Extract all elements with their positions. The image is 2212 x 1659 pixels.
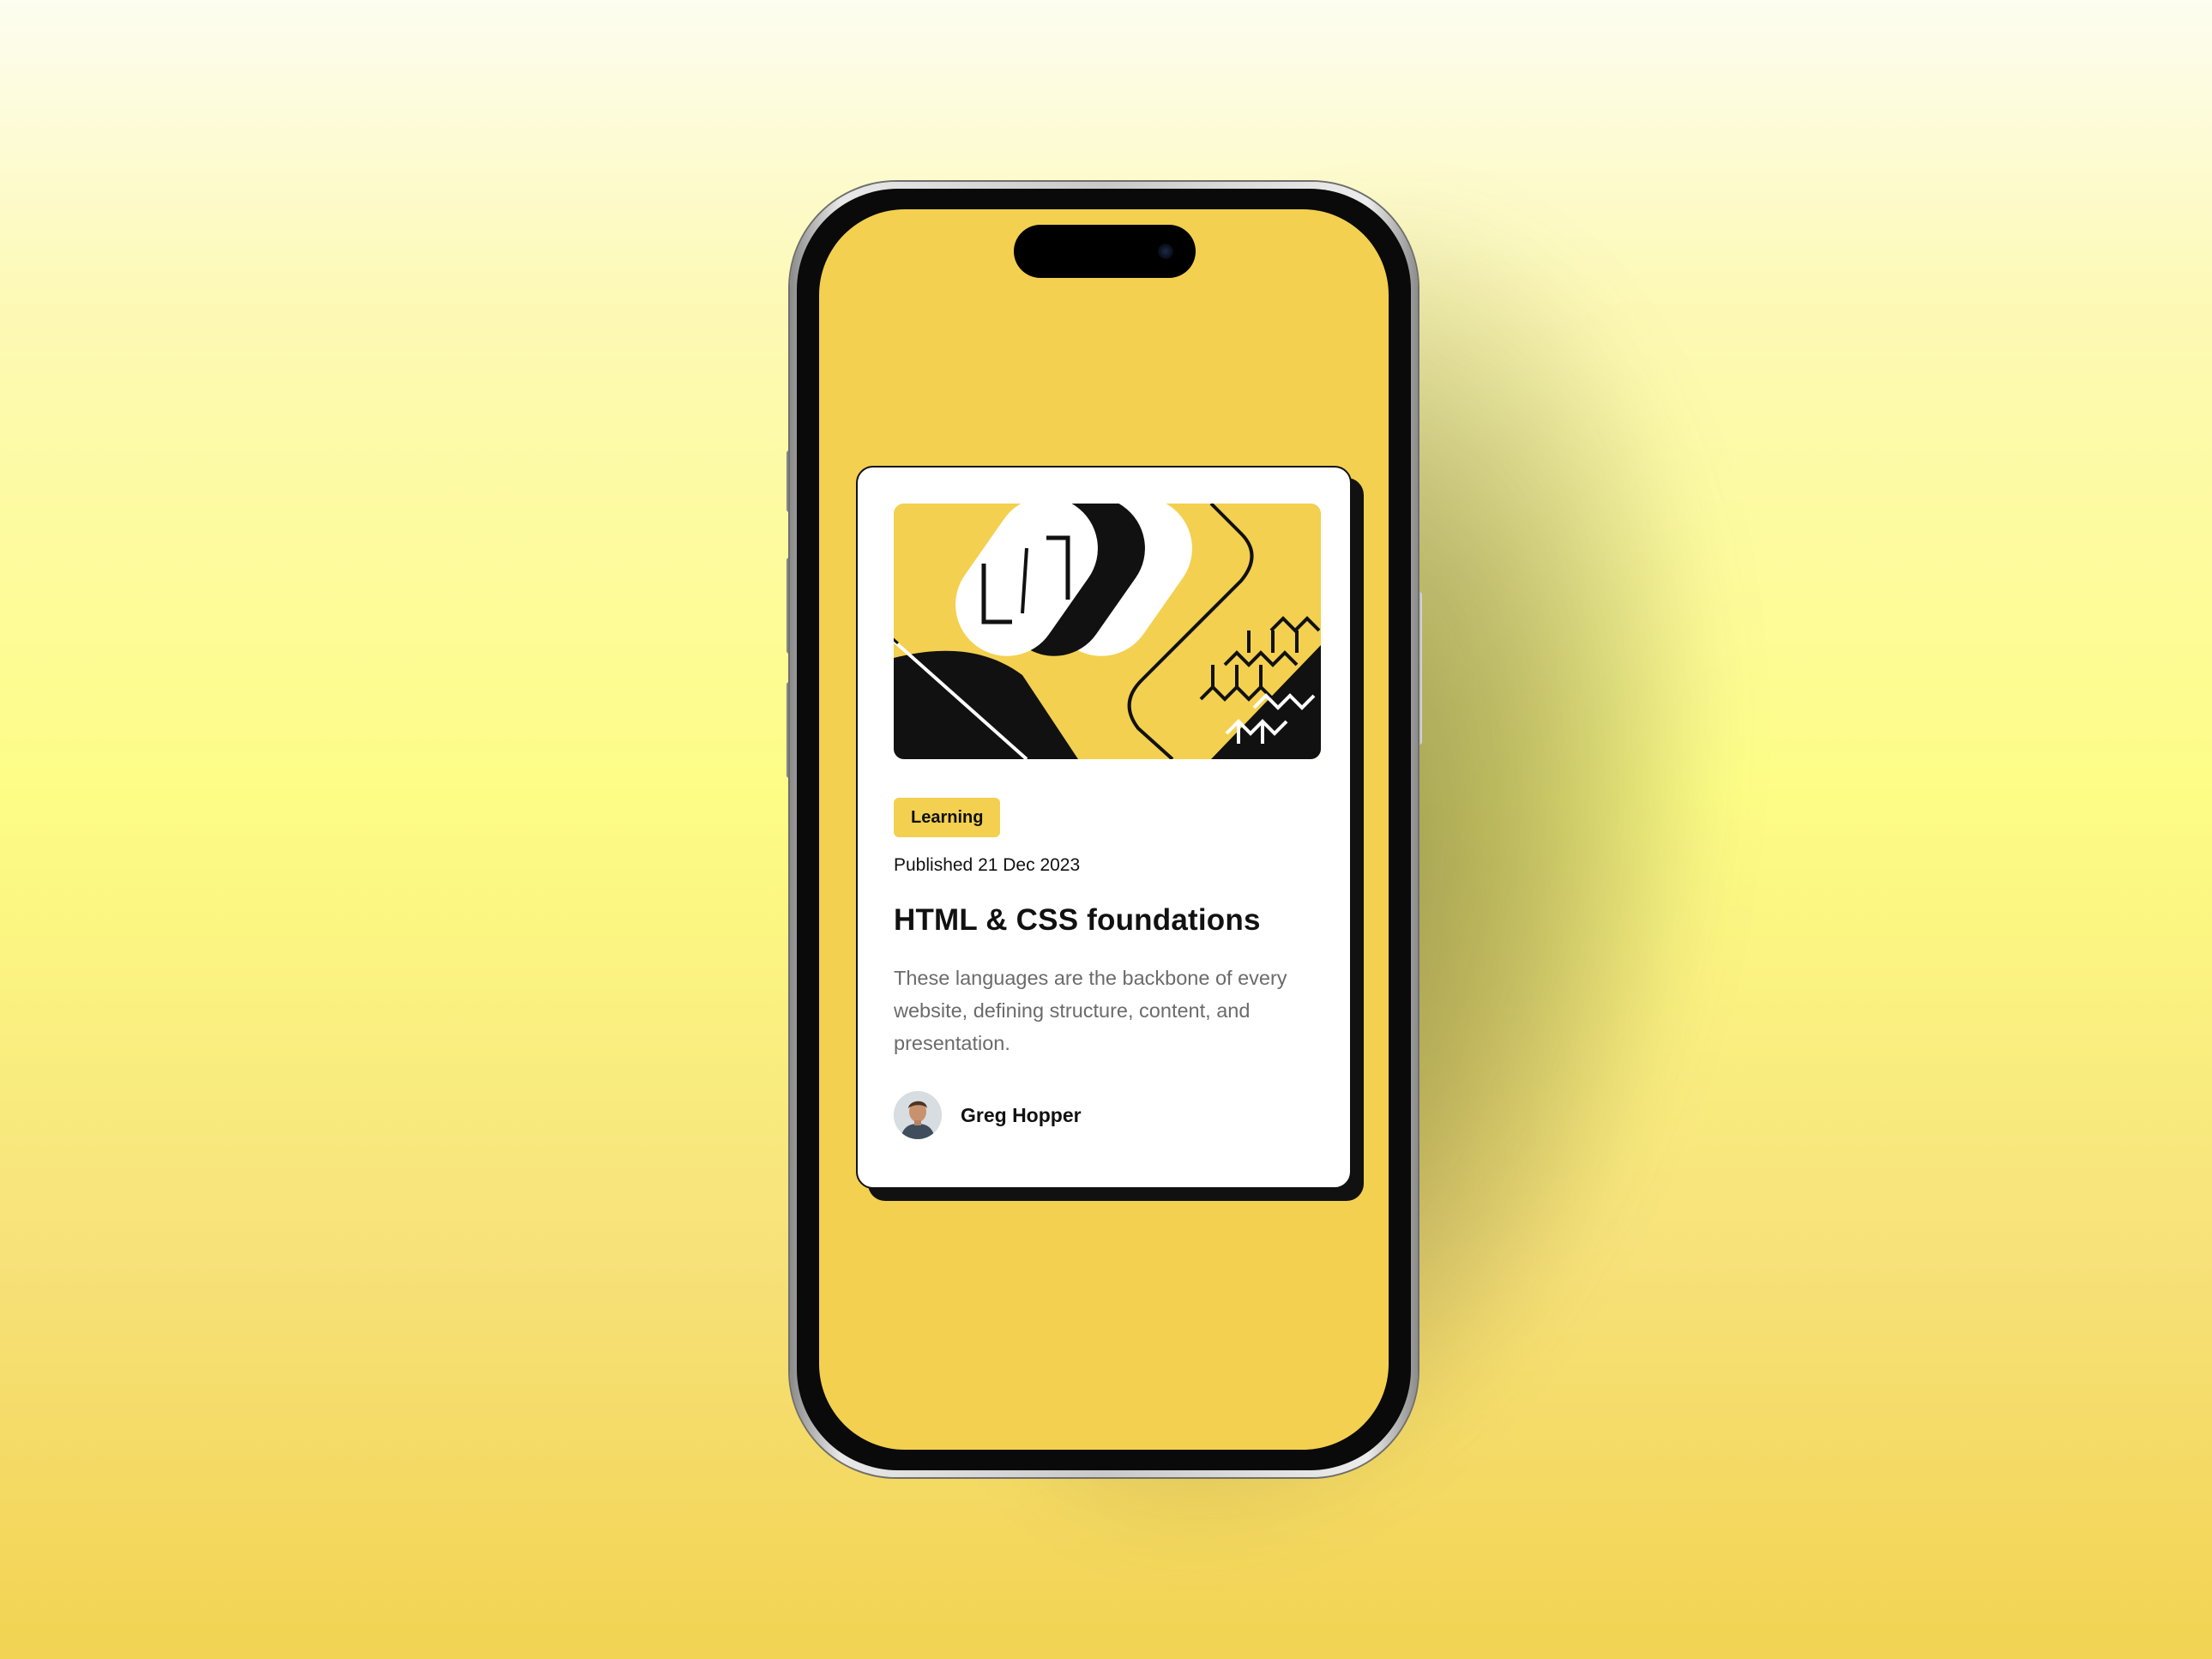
author-avatar	[894, 1091, 942, 1139]
blog-preview-card[interactable]: Learning Published 21 Dec 2023 HTML & CS…	[856, 466, 1352, 1189]
dynamic-island	[1014, 225, 1196, 278]
card-description: These languages are the backbone of ever…	[894, 967, 1287, 1054]
published-date: Published 21 Dec 2023	[894, 855, 1081, 875]
phone-screen: Learning Published 21 Dec 2023 HTML & CS…	[819, 209, 1389, 1450]
hero-illustration	[894, 504, 1321, 759]
abstract-code-illustration-icon	[894, 504, 1321, 759]
author-name: Greg Hopper	[961, 1103, 1082, 1126]
category-badge[interactable]: Learning	[894, 798, 1001, 837]
card-title[interactable]: HTML & CSS foundations	[894, 903, 1261, 938]
person-icon	[894, 1091, 942, 1139]
front-camera-icon	[1158, 244, 1173, 259]
author-row: Greg Hopper	[894, 1091, 1082, 1139]
